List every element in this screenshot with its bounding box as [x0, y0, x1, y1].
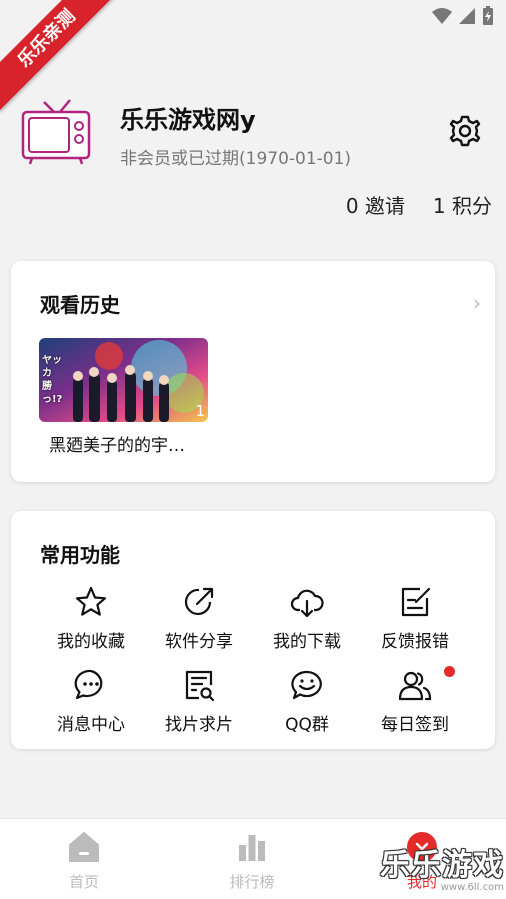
search-document-icon: [185, 670, 215, 702]
share-app-button[interactable]: 软件分享: [145, 585, 253, 652]
request-video-label: 找片求片: [165, 715, 233, 735]
qq-group-label: QQ群: [285, 715, 329, 735]
bar-chart-icon: [239, 835, 265, 861]
wifi-icon: [432, 8, 452, 24]
cell-signal-icon: [459, 8, 475, 24]
functions-grid: 我的收藏 软件分享 我的下载 反馈报错 消息中心 找片求片 QQ群 每日签到: [37, 585, 469, 735]
messages-label: 消息中心: [57, 715, 125, 735]
tab-ranking-label: 排行榜: [229, 873, 275, 891]
invite-count[interactable]: 0 邀请: [346, 190, 405, 219]
user-stats: 0 邀请 1 积分: [346, 190, 492, 219]
profile-header: 乐乐游戏网y 非会员或已过期(1970-01-01): [20, 96, 492, 176]
chevron-right-icon[interactable]: ›: [473, 291, 481, 315]
anime-poster-image: [39, 338, 208, 422]
request-video-button[interactable]: 找片求片: [145, 668, 253, 735]
username: 乐乐游戏网y: [120, 106, 256, 134]
membership-status: 非会员或已过期(1970-01-01): [120, 149, 352, 169]
home-icon: [69, 832, 99, 862]
tv-avatar-icon[interactable]: [20, 96, 92, 168]
status-icons: [432, 6, 494, 26]
share-app-label: 软件分享: [165, 632, 233, 652]
tab-home-label: 首页: [68, 873, 99, 891]
downloads-button[interactable]: 我的下载: [253, 585, 361, 652]
battery-icon: [483, 6, 493, 25]
messages-button[interactable]: 消息中心: [37, 668, 145, 735]
daily-checkin-label: 每日签到: [381, 715, 449, 735]
favorites-button[interactable]: 我的收藏: [37, 585, 145, 652]
points-count[interactable]: 1 积分: [433, 190, 492, 219]
functions-title: 常用功能: [40, 543, 120, 567]
history-title: 观看历史: [40, 293, 120, 317]
qq-chat-icon: [291, 670, 322, 700]
share-icon: [184, 587, 214, 615]
daily-checkin-button[interactable]: 每日签到: [361, 666, 469, 735]
site-watermark: 乐乐游戏 www.6ll.com: [380, 840, 504, 893]
tab-ranking[interactable]: 排行榜: [192, 831, 312, 892]
users-icon: [398, 671, 432, 701]
functions-card: 常用功能 我的收藏 软件分享 我的下载 反馈报错 消息中心 找片求片 QQ群 每…: [11, 511, 495, 749]
history-thumbnail[interactable]: ヤッカ 勝っ!? 1: [39, 338, 208, 422]
feedback-label: 反馈报错: [381, 632, 449, 652]
bottom-tab-bar: 首页 排行榜 我的 乐乐游戏 www.6ll.com: [0, 818, 506, 899]
history-item-title[interactable]: 黑廼美子的的宇…: [49, 431, 185, 456]
episode-badge: 1: [195, 402, 205, 420]
feedback-icon: [401, 587, 431, 617]
star-icon: [75, 586, 107, 616]
qq-group-button[interactable]: QQ群: [253, 668, 361, 735]
notification-dot: [444, 666, 455, 677]
downloads-label: 我的下载: [273, 632, 341, 652]
history-card: 观看历史 › ヤッカ 勝っ!? 1 黑廼美子的的宇…: [11, 261, 495, 482]
tab-home[interactable]: 首页: [24, 831, 144, 892]
favorites-label: 我的收藏: [57, 632, 125, 652]
watermark-logo-text: 乐乐游戏: [380, 848, 504, 883]
chat-bubble-icon: [74, 669, 103, 700]
thumbnail-overlay-text: ヤッカ 勝っ!?: [42, 355, 63, 405]
cloud-download-icon: [290, 589, 324, 618]
gear-icon[interactable]: [448, 114, 482, 148]
feedback-button[interactable]: 反馈报错: [361, 585, 469, 652]
